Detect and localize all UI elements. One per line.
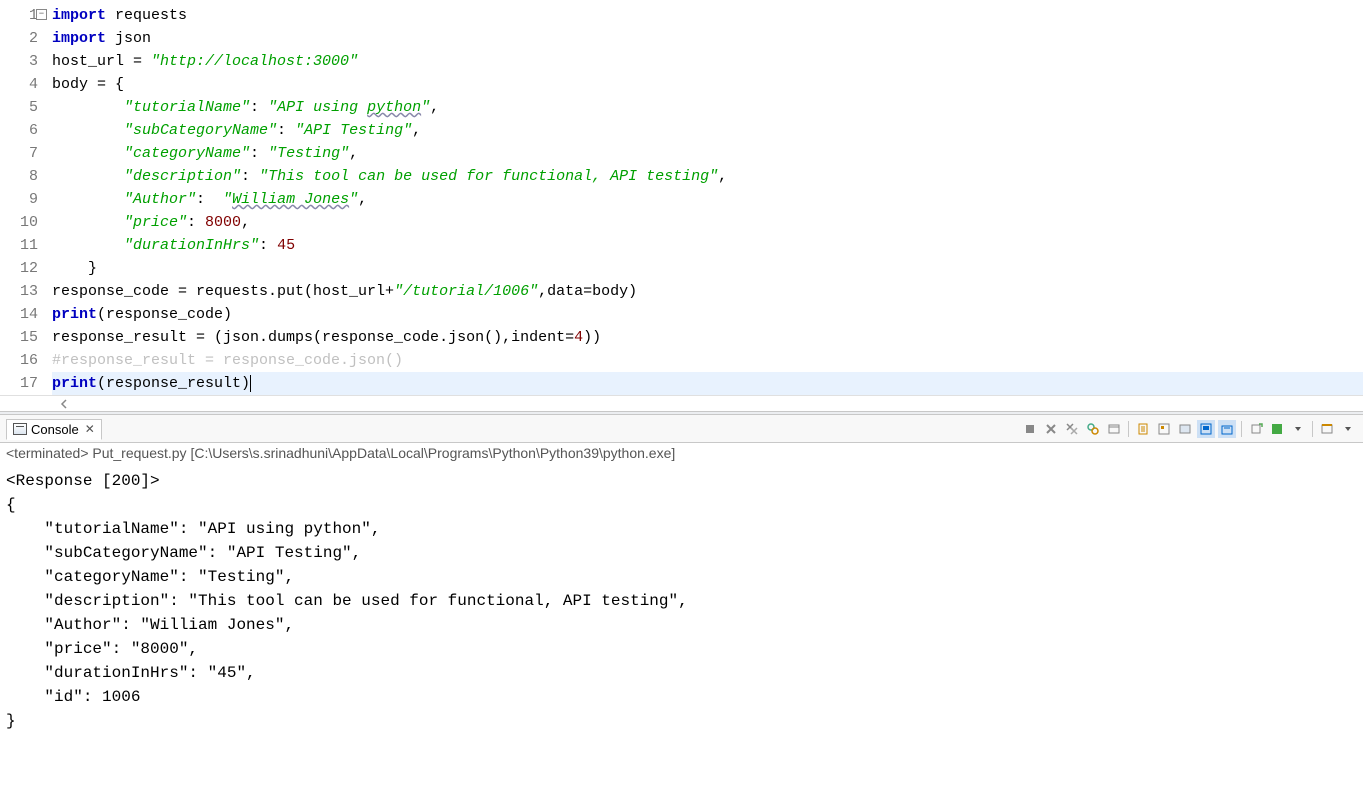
open-console-icon[interactable] bbox=[1218, 420, 1236, 438]
code-line[interactable]: #response_result = response_code.json() bbox=[52, 349, 1363, 372]
toolbar-separator bbox=[1312, 421, 1313, 437]
line-number: 12 bbox=[0, 257, 38, 280]
run-icon[interactable] bbox=[1268, 420, 1286, 438]
code-line[interactable]: body = { bbox=[52, 73, 1363, 96]
line-number: 9 bbox=[0, 188, 38, 211]
pin-console-icon[interactable] bbox=[1197, 420, 1215, 438]
code-line[interactable]: } bbox=[52, 257, 1363, 280]
link-icon[interactable] bbox=[1084, 420, 1102, 438]
maximize-dropdown-icon[interactable] bbox=[1339, 420, 1357, 438]
line-number: 17 bbox=[0, 372, 38, 395]
clear-console-icon[interactable] bbox=[1105, 420, 1123, 438]
minimize-icon[interactable] bbox=[1318, 420, 1336, 438]
code-line[interactable]: "tutorialName": "API using python", bbox=[52, 96, 1363, 119]
toolbar-separator bbox=[1128, 421, 1129, 437]
line-number: 8 bbox=[0, 165, 38, 188]
line-number: 13 bbox=[0, 280, 38, 303]
console-output[interactable]: <Response [200]> { "tutorialName": "API … bbox=[0, 467, 1363, 807]
line-number: 14 bbox=[0, 303, 38, 326]
close-tab-icon[interactable]: ✕ bbox=[85, 422, 95, 436]
code-line[interactable]: "subCategoryName": "API Testing", bbox=[52, 119, 1363, 142]
show-console-icon[interactable] bbox=[1155, 420, 1173, 438]
line-number: 7 bbox=[0, 142, 38, 165]
remove-all-icon[interactable] bbox=[1063, 420, 1081, 438]
console-tab[interactable]: Console ✕ bbox=[6, 419, 102, 440]
line-number: 16 bbox=[0, 349, 38, 372]
line-number: 10 bbox=[0, 211, 38, 234]
code-line[interactable]: "categoryName": "Testing", bbox=[52, 142, 1363, 165]
code-line[interactable]: import requests bbox=[52, 4, 1363, 27]
code-line[interactable]: "durationInHrs": 45 bbox=[52, 234, 1363, 257]
line-number: 6 bbox=[0, 119, 38, 142]
code-content[interactable]: import requestsimport jsonhost_url = "ht… bbox=[44, 4, 1363, 395]
line-number: 1− bbox=[0, 4, 38, 27]
line-number: 15 bbox=[0, 326, 38, 349]
code-line[interactable]: response_code = requests.put(host_url+"/… bbox=[52, 280, 1363, 303]
text-cursor bbox=[250, 375, 251, 392]
dropdown-icon[interactable] bbox=[1289, 420, 1307, 438]
line-number: 2 bbox=[0, 27, 38, 50]
scroll-lock-icon[interactable] bbox=[1134, 420, 1152, 438]
scroll-left-icon[interactable] bbox=[60, 399, 70, 409]
code-line[interactable]: "Author": "William Jones", bbox=[52, 188, 1363, 211]
toolbar-separator bbox=[1241, 421, 1242, 437]
code-line[interactable]: "description": "This tool can be used fo… bbox=[52, 165, 1363, 188]
code-line[interactable]: "price": 8000, bbox=[52, 211, 1363, 234]
code-line[interactable]: print(response_code) bbox=[52, 303, 1363, 326]
line-number: 4 bbox=[0, 73, 38, 96]
console-run-path: <terminated> Put_request.py [C:\Users\s.… bbox=[0, 443, 1363, 467]
code-line[interactable]: print(response_result) bbox=[52, 372, 1363, 395]
line-number: 11 bbox=[0, 234, 38, 257]
console-tab-label: Console bbox=[31, 422, 79, 437]
remove-launch-icon[interactable] bbox=[1042, 420, 1060, 438]
console-toolbar bbox=[1021, 420, 1357, 438]
line-number-gutter: 1−234567891011121314151617 bbox=[0, 4, 44, 395]
line-number: 5 bbox=[0, 96, 38, 119]
code-line[interactable]: import json bbox=[52, 27, 1363, 50]
fold-icon[interactable]: − bbox=[36, 9, 47, 20]
new-console-icon[interactable] bbox=[1247, 420, 1265, 438]
line-number: 3 bbox=[0, 50, 38, 73]
code-line[interactable]: host_url = "http://localhost:3000" bbox=[52, 50, 1363, 73]
horizontal-scrollbar[interactable] bbox=[0, 395, 1363, 411]
code-editor[interactable]: 1−234567891011121314151617 import reques… bbox=[0, 0, 1363, 411]
console-header: Console ✕ bbox=[0, 415, 1363, 443]
display-selected-icon[interactable] bbox=[1176, 420, 1194, 438]
code-line[interactable]: response_result = (json.dumps(response_c… bbox=[52, 326, 1363, 349]
terminate-icon[interactable] bbox=[1021, 420, 1039, 438]
console-icon bbox=[13, 423, 27, 435]
